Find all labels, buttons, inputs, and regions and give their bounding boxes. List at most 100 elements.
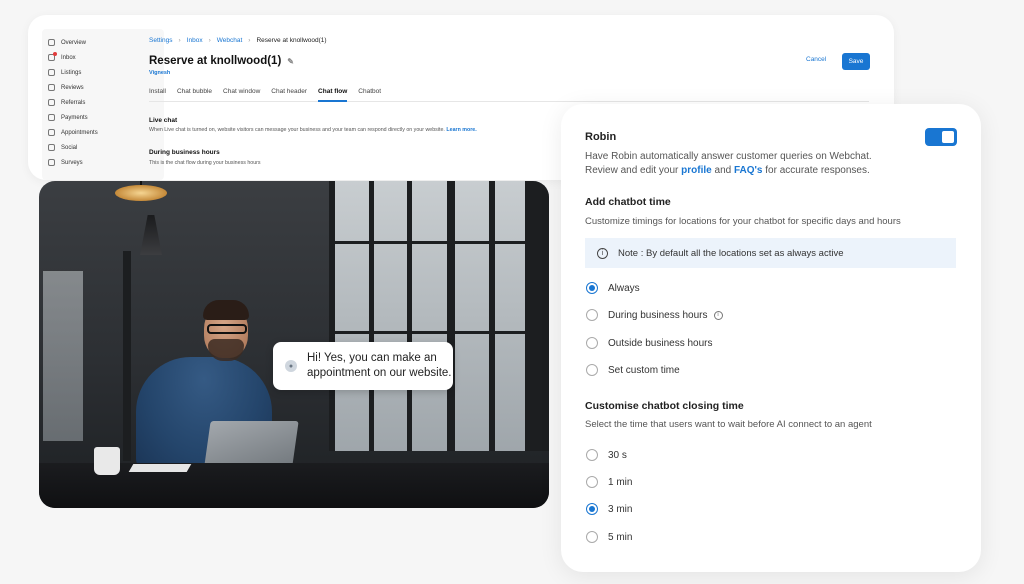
ceiling-lamp [115,185,167,201]
sidebar-item-label: Listings [61,69,82,76]
radio-label: Outside business hours [608,337,713,349]
radio-label: Set custom time [608,364,680,376]
referral-icon [48,99,55,106]
robin-settings-panel: Robin Have Robin automatically answer cu… [561,104,981,572]
person-hair [203,300,249,320]
window-glass [329,181,549,451]
tab-chat-header[interactable]: Chat header [271,88,307,102]
tab-chatbot[interactable]: Chatbot [358,88,381,102]
radio-button[interactable] [586,309,598,321]
business-hours-description: This is the chat flow during your busine… [149,160,261,166]
info-icon[interactable]: i [713,310,723,320]
radio-button[interactable] [586,531,598,543]
sidebar-item-inbox[interactable]: Inbox [42,50,164,65]
business-hours-heading: During business hours [149,149,220,156]
chat-bubble: ● Hi! Yes, you can make an appointment o… [273,342,453,390]
social-icon [48,144,55,151]
tab-chat-bubble[interactable]: Chat bubble [177,88,212,102]
closing-time-subtext: Select the time that users want to wait … [585,419,872,430]
back-window [43,271,83,441]
sidebar-item-reviews[interactable]: Reviews [42,80,164,95]
chatbot-time-subtext: Customize timings for locations for your… [585,216,901,227]
radio-label: 5 min [608,531,633,543]
window-frame [447,181,455,451]
sidebar-item-overview[interactable]: Overview [42,35,164,50]
sidebar-item-payments[interactable]: Payments [42,110,164,125]
radio-outside-business-hours[interactable]: Outside business hours [586,337,713,349]
glasses [207,324,247,334]
sidebar: Overview Inbox Listings Reviews Referral… [42,29,164,180]
faq-link[interactable]: FAQ's [734,165,763,176]
calendar-icon [48,129,55,136]
robin-toggle[interactable] [925,128,957,146]
radio-3min[interactable]: 3 min [586,503,632,515]
radio-button[interactable] [586,337,598,349]
sidebar-item-surveys[interactable]: Surveys [42,155,164,170]
closing-time-heading: Customise chatbot closing time [585,400,744,412]
breadcrumb-inbox[interactable]: Inbox [187,37,203,44]
payment-icon [48,114,55,121]
radio-button[interactable] [586,282,598,294]
sidebar-item-label: Social [61,144,78,151]
bot-icon: ● [285,360,297,372]
sidebar-item-label: Reviews [61,84,84,91]
office-photo: ● Hi! Yes, you can make an appointment o… [39,181,549,508]
breadcrumb: Settings › Inbox › Webchat › Reserve at … [149,37,327,44]
radio-5min[interactable]: 5 min [586,531,632,543]
window-frame [369,181,374,451]
page-title: Reserve at knollwood(1) ✎ [149,55,294,67]
robin-description: Have Robin automatically answer customer… [585,150,905,178]
radio-button[interactable] [586,449,598,461]
breadcrumb-separator: › [178,37,181,44]
note-text: Note : By default all the locations set … [618,247,844,259]
info-icon: i [597,247,608,259]
pendant-lamp [140,215,162,255]
pillar [123,251,131,461]
sidebar-item-listings[interactable]: Listings [42,65,164,80]
sidebar-item-appointments[interactable]: Appointments [42,125,164,140]
paper [128,464,192,472]
toggle-knob [942,131,954,143]
sidebar-item-label: Overview [61,39,87,46]
learn-more-link[interactable]: Learn more. [446,127,476,133]
tab-chat-window[interactable]: Chat window [223,88,260,102]
profile-link[interactable]: profile [681,165,712,176]
breadcrumb-separator: › [248,37,251,44]
chatbot-time-heading: Add chatbot time [585,196,671,208]
cancel-button[interactable]: Cancel [806,56,826,63]
sidebar-item-label: Surveys [61,159,83,166]
live-chat-heading: Live chat [149,117,178,124]
radio-1min[interactable]: 1 min [586,476,632,488]
radio-label: 3 min [608,503,633,515]
sidebar-item-social[interactable]: Social [42,140,164,155]
radio-label: 30 s [608,449,627,461]
owner-name[interactable]: Vignesh [149,70,170,76]
radio-during-business-hours[interactable]: During business hours i [586,309,723,321]
radio-30s[interactable]: 30 s [586,449,627,461]
radio-label: During business hours [608,309,708,321]
breadcrumb-settings[interactable]: Settings [149,37,173,44]
chat-bubble-text: Hi! Yes, you can make an appointment on … [307,352,452,379]
radio-set-custom-time[interactable]: Set custom time [586,364,680,376]
pencil-icon[interactable]: ✎ [287,57,294,66]
tab-chat-flow[interactable]: Chat flow [318,88,348,102]
radio-label: 1 min [608,476,633,488]
sidebar-item-label: Referrals [61,99,86,106]
sidebar-item-referrals[interactable]: Referrals [42,95,164,110]
breadcrumb-webchat[interactable]: Webchat [217,37,243,44]
window-frame [407,181,412,451]
radio-button[interactable] [586,364,598,376]
radio-button[interactable] [586,503,598,515]
person-beard [208,339,244,361]
tab-install[interactable]: Install [149,88,166,102]
save-button[interactable]: Save [842,53,870,70]
location-icon [48,69,55,76]
radio-button[interactable] [586,476,598,488]
window-frame [525,181,549,451]
robin-desc-pre: Review and edit your [585,165,682,176]
sidebar-item-label: Payments [61,114,88,121]
radio-always[interactable]: Always [586,282,640,294]
survey-icon [48,159,55,166]
star-icon [48,84,55,91]
breadcrumb-current: Reserve at knollwood(1) [256,37,327,44]
